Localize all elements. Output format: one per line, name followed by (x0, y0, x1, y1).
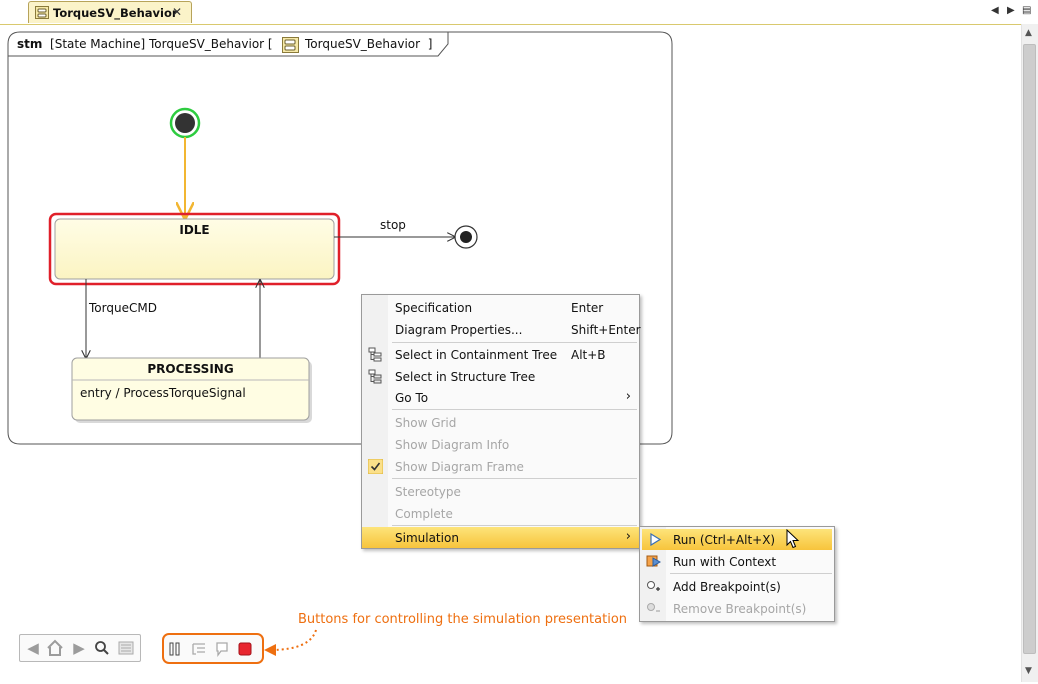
step-over-icon[interactable] (213, 640, 231, 658)
menu-item-add-breakpoints[interactable]: Add Breakpoint(s) (640, 576, 834, 597)
home-icon[interactable] (46, 639, 64, 657)
navigation-toolbar: ◀ ▶ (19, 634, 141, 662)
forward-arrow-icon[interactable]: ▶ (70, 639, 88, 657)
tab-list-icon[interactable]: ▤ (1022, 5, 1031, 16)
state-machine-diagram-icon (35, 6, 49, 19)
processing-entry-action: entry / ProcessTorqueSignal (80, 386, 246, 400)
pause-icon[interactable] (166, 640, 184, 658)
idle-state-name: IDLE (179, 223, 210, 237)
add-breakpoint-icon (647, 581, 660, 591)
diagram-tab[interactable]: TorqueSV_Behavior ✕ (28, 1, 192, 23)
scroll-down-icon[interactable]: ▼ (1025, 666, 1032, 676)
remove-breakpoint-icon (647, 603, 660, 612)
frame-keyword: stm (17, 37, 43, 51)
menu-item-select-in-structure-tree[interactable]: Select in Structure Tree (362, 366, 639, 387)
list-icon[interactable] (117, 639, 135, 657)
state-machine-icon (282, 37, 299, 53)
close-icon[interactable]: ✕ (172, 5, 182, 19)
frame-title-prefix: [State Machine] TorqueSV_Behavior [ (50, 37, 273, 51)
menu-item-select-in-containment-tree[interactable]: Select in Containment Tree Alt+B (362, 344, 639, 365)
frame-title-suffix: ] (427, 37, 433, 51)
run-icon (650, 532, 662, 547)
checkmark-icon (368, 459, 383, 474)
structure-tree-icon (368, 369, 382, 384)
menu-item-remove-breakpoints[interactable]: Remove Breakpoint(s) (640, 598, 834, 619)
scrollbar-thumb[interactable] (1023, 44, 1036, 654)
stop-label: stop (380, 218, 406, 232)
submenu-arrow-icon: › (625, 389, 631, 404)
simulation-presentation-toolbar (162, 633, 264, 664)
vertical-scrollbar[interactable]: ▲ ▼ (1021, 24, 1038, 682)
processing-state-name: PROCESSING (147, 362, 234, 376)
terminate-icon[interactable] (236, 640, 254, 658)
torquecmd-label: TorqueCMD (89, 301, 157, 315)
run-with-context-icon (646, 555, 661, 567)
final-state (460, 231, 472, 243)
submenu-arrow-icon: › (625, 529, 631, 544)
menu-item-show-diagram-info[interactable]: Show Diagram Info (362, 434, 639, 455)
frame-title-owner: TorqueSV_Behavior ] (305, 37, 433, 51)
tab-prev-icon[interactable]: ◀ (991, 5, 999, 16)
step-into-icon[interactable] (190, 640, 208, 658)
menu-item-simulation[interactable]: Simulation › (362, 527, 639, 548)
menu-item-stereotype[interactable]: Stereotype (362, 481, 639, 502)
scroll-up-icon[interactable]: ▲ (1025, 28, 1032, 38)
frame-title: stm [State Machine] TorqueSV_Behavior [ (17, 37, 273, 51)
menu-item-show-diagram-frame[interactable]: Show Diagram Frame (362, 456, 639, 477)
simulation-submenu: Run (Ctrl+Alt+X) Run with Context Add Br… (639, 526, 835, 622)
tab-next-icon[interactable]: ▶ (1007, 5, 1015, 16)
containment-tree-icon (368, 347, 382, 362)
menu-item-run[interactable]: Run (Ctrl+Alt+X) (642, 529, 832, 550)
menu-item-go-to[interactable]: Go To › (362, 387, 639, 408)
menu-item-diagram-properties[interactable]: Diagram Properties... Shift+Enter (362, 319, 641, 340)
menu-item-run-with-context[interactable]: Run with Context (640, 551, 834, 572)
initial-node[interactable] (175, 113, 195, 133)
context-menu: Specification Enter Diagram Properties..… (361, 294, 641, 549)
menu-item-show-grid[interactable]: Show Grid (362, 412, 639, 433)
annotation-text: Buttons for controlling the simulation p… (298, 612, 628, 627)
editor-tab-bar: TorqueSV_Behavior ✕ ◀ ▶ ▤ (0, 0, 1038, 25)
menu-item-specification[interactable]: Specification Enter (362, 297, 639, 318)
search-icon[interactable] (93, 639, 111, 657)
annotation-arrow (264, 629, 317, 656)
menu-item-complete[interactable]: Complete (362, 503, 639, 524)
mouse-cursor-icon (786, 529, 800, 549)
tab-title: TorqueSV_Behavior (53, 6, 178, 20)
back-arrow-icon[interactable]: ◀ (24, 639, 42, 657)
